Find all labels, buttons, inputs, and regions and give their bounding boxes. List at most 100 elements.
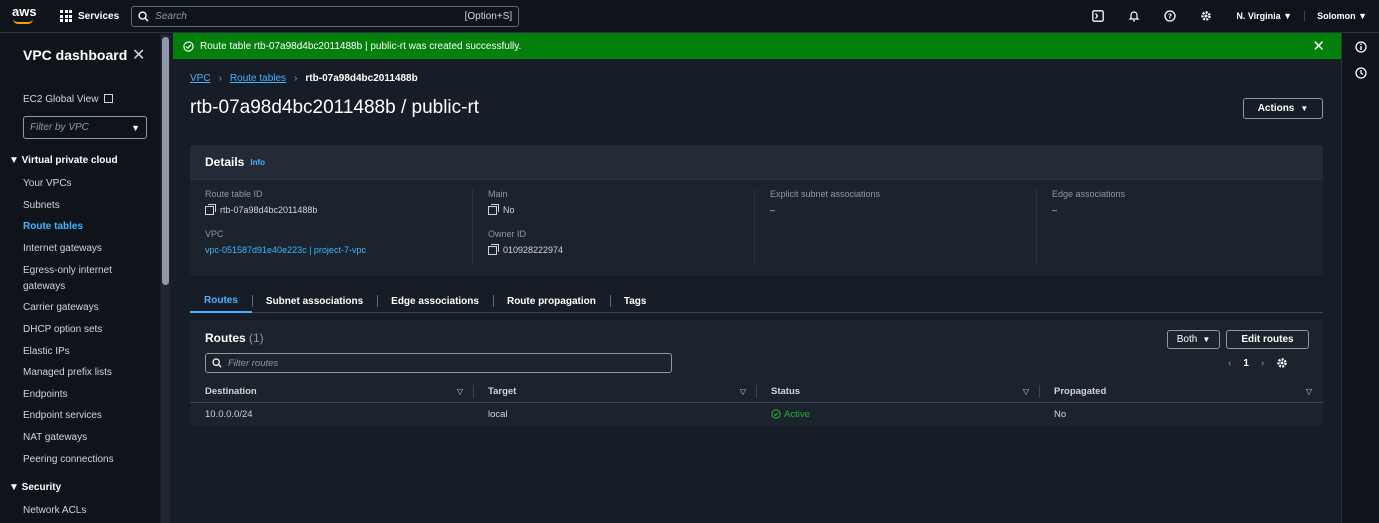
explicit-subnet-associations-value: –	[770, 205, 776, 215]
route-table-id-text: rtb-07a98d4bc2011488b	[220, 205, 318, 215]
info-icon[interactable]	[1355, 41, 1367, 53]
routes-count: (1)	[249, 331, 264, 345]
table-row[interactable]: 10.0.0.0/24 local Active No	[190, 403, 1323, 425]
settings-icon[interactable]	[1276, 357, 1288, 369]
aws-logo[interactable]: aws	[12, 4, 37, 26]
details-column-4: Edge associations –	[1036, 189, 1318, 265]
sidebar-scrollbar[interactable]	[161, 35, 170, 523]
details-column-3: Explicit subnet associations –	[754, 189, 1036, 265]
edit-routes-button[interactable]: Edit routes	[1226, 330, 1309, 349]
vpc-filter-placeholder: Filter by VPC	[30, 122, 89, 133]
chevron-right-icon[interactable]: ›	[1261, 358, 1264, 369]
actions-button[interactable]: Actions ▼	[1243, 98, 1323, 119]
bell-icon[interactable]	[1116, 10, 1152, 22]
tab-edge-associations[interactable]: Edge associations	[377, 289, 493, 313]
column-target[interactable]: Target ▽	[473, 380, 756, 402]
filter-routes-placeholder: Filter routes	[228, 357, 279, 369]
help-icon[interactable]: ?	[1152, 10, 1188, 22]
search-shortcut: [Option+S]	[464, 10, 513, 22]
details-column-1: Route table ID rtb-07a98d4bc2011488b VPC…	[190, 189, 472, 265]
check-circle-icon	[183, 40, 194, 52]
actions-label: Actions	[1257, 103, 1295, 114]
history-icon[interactable]	[1355, 67, 1367, 79]
sidebar-item-internet-gateways[interactable]: Internet gateways	[23, 241, 143, 257]
sidebar-item-egress-only-internet-gateways[interactable]: Egress-only internet gateways	[23, 263, 143, 294]
tab-routes[interactable]: Routes	[190, 289, 252, 313]
close-icon[interactable]: ✕	[132, 45, 145, 65]
sidebar-item-dhcp-option-sets[interactable]: DHCP option sets	[23, 322, 143, 338]
sidebar-item-nat-gateways[interactable]: NAT gateways	[23, 430, 143, 446]
sort-icon[interactable]: ▽	[457, 387, 463, 396]
section-virtual-private-cloud[interactable]: ▼ Virtual private cloud	[9, 155, 118, 166]
page-number[interactable]: 1	[1243, 358, 1249, 369]
info-link[interactable]: Info	[250, 158, 265, 167]
chevron-right-icon: ›	[294, 73, 298, 84]
column-propagated-label: Propagated	[1054, 385, 1107, 397]
main-value: No	[488, 203, 754, 215]
tab-tags[interactable]: Tags	[609, 289, 661, 313]
breadcrumb: VPC › Route tables › rtb-07a98d4bc201148…	[190, 73, 418, 84]
sidebar-item-endpoints[interactable]: Endpoints	[23, 387, 143, 403]
filter-routes-input[interactable]: Filter routes	[205, 353, 672, 373]
scrollbar-thumb[interactable]	[162, 37, 169, 285]
user-menu[interactable]: Solomon ▼	[1304, 11, 1379, 21]
success-banner: Route table rtb-07a98d4bc2011488b | publ…	[173, 33, 1341, 59]
vpc-link[interactable]: vpc-051587d91e40e223c | project-7-vpc	[205, 245, 472, 255]
chevron-right-icon: ›	[218, 73, 222, 84]
main-text: No	[503, 205, 515, 215]
routes-panel: Routes (1) Both ▼ Edit routes Filter rou…	[190, 320, 1323, 426]
services-label: Services	[78, 10, 120, 22]
copy-icon[interactable]	[205, 203, 216, 215]
sidebar-item-peering-connections[interactable]: Peering connections	[23, 452, 143, 468]
owner-id-text: 010928222974	[503, 245, 564, 255]
sidebar-item-carrier-gateways[interactable]: Carrier gateways	[23, 300, 143, 316]
cloudshell-icon[interactable]	[1080, 10, 1116, 22]
sort-icon[interactable]: ▽	[740, 387, 746, 396]
tab-subnet-associations[interactable]: Subnet associations	[251, 289, 377, 313]
both-label: Both	[1176, 334, 1198, 345]
cell-status: Active	[756, 403, 1039, 425]
success-message: Route table rtb-07a98d4bc2011488b | publ…	[200, 40, 522, 52]
column-destination[interactable]: Destination ▽	[190, 380, 473, 402]
column-propagated[interactable]: Propagated ▽	[1039, 380, 1322, 402]
vpc-filter-select[interactable]: Filter by VPC ▼	[23, 116, 147, 139]
copy-icon[interactable]	[488, 243, 499, 255]
breadcrumb-vpc[interactable]: VPC	[190, 73, 211, 84]
page-title: rtb-07a98d4bc2011488b / public-rt	[190, 97, 480, 118]
search-icon	[138, 10, 149, 22]
column-status[interactable]: Status ▽	[756, 380, 1039, 402]
gear-icon[interactable]	[1188, 10, 1224, 22]
edge-associations-label: Edge associations	[1052, 189, 1126, 199]
sort-icon[interactable]: ▽	[1306, 387, 1312, 396]
sidebar-item-route-tables[interactable]: Route tables	[23, 219, 143, 235]
tab-bar: Routes Subnet associations Edge associat…	[190, 289, 1323, 313]
routes-title: Routes (1)	[205, 331, 264, 345]
sidebar-item-subnets[interactable]: Subnets	[23, 198, 143, 214]
sidebar-item-network-acls[interactable]: Network ACLs	[23, 503, 143, 519]
copy-icon[interactable]	[488, 203, 499, 215]
tab-route-propagation[interactable]: Route propagation	[492, 289, 610, 313]
sidebar-item-your-vpcs[interactable]: Your VPCs	[23, 176, 143, 192]
search-input[interactable]: Search [Option+S]	[131, 5, 520, 27]
dismiss-banner-button[interactable]: ✕	[1312, 37, 1325, 55]
external-link-icon	[104, 94, 114, 103]
routes-table-header: Destination ▽ Target ▽ Status ▽ Propagated ▽	[190, 380, 1323, 403]
edge-associations-value: –	[1052, 205, 1058, 215]
aws-logo-text: aws	[12, 4, 37, 19]
status-text: Active	[784, 408, 810, 420]
section-security[interactable]: ▼ Security	[9, 482, 61, 493]
sidebar-item-endpoint-services[interactable]: Endpoint services	[23, 408, 143, 424]
chevron-left-icon[interactable]: ‹	[1228, 358, 1231, 369]
sidebar-item-elastic-ips[interactable]: Elastic IPs	[23, 344, 143, 360]
search-placeholder: Search	[155, 10, 187, 22]
region-selector[interactable]: N. Virginia ▼	[1224, 11, 1304, 21]
sidebar-title[interactable]: VPC dashboard	[23, 47, 127, 63]
sort-icon[interactable]: ▽	[1023, 387, 1029, 396]
sidebar-item-managed-prefix-lists[interactable]: Managed prefix lists	[23, 365, 143, 381]
ec2-global-view-link[interactable]: EC2 Global View	[23, 94, 114, 105]
route-table-id-value: rtb-07a98d4bc2011488b	[205, 203, 472, 215]
breadcrumb-route-tables[interactable]: Route tables	[230, 73, 286, 84]
routes-title-text: Routes	[205, 331, 246, 345]
services-menu-button[interactable]: Services	[60, 10, 119, 22]
both-filter-select[interactable]: Both ▼	[1167, 330, 1220, 349]
